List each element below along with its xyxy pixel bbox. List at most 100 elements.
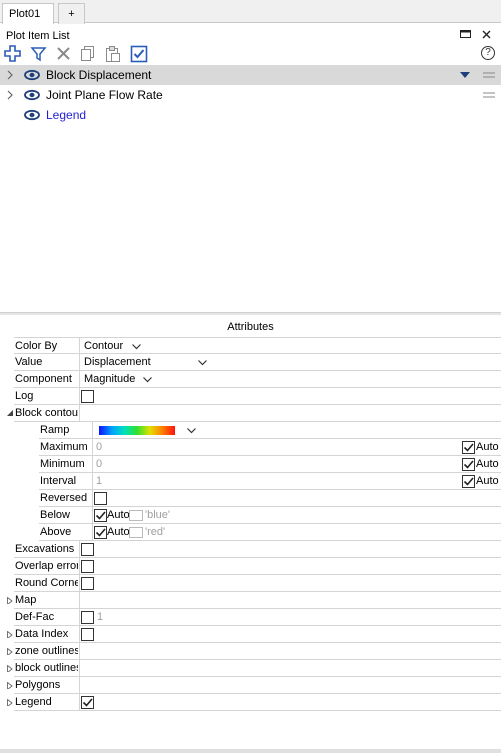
chevron-down-icon[interactable]: [198, 360, 207, 366]
attr-round-corners: Round Corners: [14, 575, 501, 592]
color-by-select[interactable]: Contour: [84, 340, 123, 352]
reversed-checkbox[interactable]: [94, 492, 107, 505]
visibility-eye-icon[interactable]: [24, 89, 40, 101]
restore-panel-icon[interactable]: [460, 30, 471, 39]
attr-value: Value Displacement: [14, 354, 501, 371]
tab-plot01[interactable]: Plot01: [2, 3, 54, 24]
chevron-down-icon[interactable]: [143, 377, 152, 383]
attr-zone-outlines[interactable]: zone outlines: [14, 643, 501, 660]
excavations-checkbox[interactable]: [81, 543, 94, 556]
attr-excavations: Excavations: [14, 541, 501, 558]
filter-icon[interactable]: [30, 45, 48, 63]
attr-color-by: Color By Contour: [14, 337, 501, 355]
drag-handle-icon[interactable]: [483, 71, 495, 79]
interval-input[interactable]: 1: [96, 475, 102, 487]
select-all-checkbox-icon[interactable]: [130, 45, 148, 63]
bottom-scroll-edge: [0, 749, 501, 753]
expand-arrow-icon[interactable]: [6, 69, 14, 81]
dropdown-arrow-icon[interactable]: [460, 72, 470, 79]
attr-label: Maximum: [40, 441, 88, 453]
visibility-eye-icon[interactable]: [24, 69, 40, 81]
drag-handle-icon[interactable]: [483, 91, 495, 99]
legend-checkbox[interactable]: [81, 696, 94, 709]
attr-polygons[interactable]: Polygons: [14, 677, 501, 694]
attributes-title: Attributes: [227, 321, 274, 333]
delete-icon[interactable]: [55, 45, 73, 63]
def-fac-checkbox[interactable]: [81, 611, 94, 624]
attr-block-contour[interactable]: Block contour: [14, 405, 501, 422]
column-divider: [79, 354, 80, 371]
plot-item-list-title: Plot Item List: [6, 30, 70, 42]
add-tab-button[interactable]: +: [58, 3, 85, 24]
maximum-auto-checkbox[interactable]: [462, 441, 475, 454]
attr-above: Above Auto 'red': [39, 524, 501, 541]
plot-item-joint-plane-flow-rate[interactable]: Joint Plane Flow Rate: [0, 85, 501, 105]
expand-arrow-icon[interactable]: [7, 682, 13, 689]
attr-reversed: Reversed: [39, 490, 501, 507]
visibility-eye-icon[interactable]: [24, 109, 40, 121]
minimum-auto-checkbox[interactable]: [462, 458, 475, 471]
auto-label: Auto: [476, 458, 499, 470]
column-divider: [92, 456, 93, 473]
expand-arrow-icon[interactable]: [7, 597, 13, 604]
copy-icon[interactable]: [79, 45, 97, 63]
column-divider: [79, 660, 80, 677]
close-panel-icon[interactable]: [482, 30, 491, 39]
attr-label: Color By: [15, 340, 58, 352]
expand-arrow-icon[interactable]: [7, 648, 13, 655]
attr-log: Log: [14, 388, 501, 405]
attr-label: Legend: [15, 696, 52, 708]
chevron-down-icon[interactable]: [187, 428, 196, 434]
attr-label: Ramp: [40, 424, 70, 436]
plot-item-label: Legend: [46, 108, 87, 122]
attr-label: Value: [15, 356, 43, 368]
collapse-arrow-icon[interactable]: [7, 410, 13, 417]
attr-label: Polygons: [15, 679, 61, 691]
auto-label: Auto: [107, 509, 130, 521]
tab-strip: Plot01 +: [0, 0, 501, 24]
interval-auto-checkbox[interactable]: [462, 475, 475, 488]
help-icon[interactable]: ?: [481, 46, 495, 60]
attr-label: Excavations: [15, 543, 75, 555]
column-divider: [79, 388, 80, 405]
below-color-swatch[interactable]: [129, 510, 143, 521]
data-index-checkbox[interactable]: [81, 628, 94, 641]
attr-label: Map: [15, 594, 37, 606]
above-color-swatch[interactable]: [129, 527, 143, 538]
def-fac-input[interactable]: 1: [97, 611, 103, 623]
attr-data-index[interactable]: Data Index: [14, 626, 501, 643]
expand-arrow-icon[interactable]: [7, 631, 13, 638]
log-checkbox[interactable]: [81, 390, 94, 403]
chevron-down-icon[interactable]: [132, 344, 141, 350]
attr-component: Component Magnitude: [14, 371, 501, 388]
paste-icon[interactable]: [104, 45, 122, 63]
panel-splitter[interactable]: [0, 312, 501, 315]
maximum-input[interactable]: 0: [96, 441, 102, 453]
component-select[interactable]: Magnitude: [84, 373, 135, 385]
attr-block-outlines[interactable]: block outlines: [14, 660, 501, 677]
attr-label: Def-Fac: [15, 611, 55, 623]
attr-map[interactable]: Map: [14, 592, 501, 609]
expand-arrow-icon[interactable]: [7, 699, 13, 706]
attr-legend[interactable]: Legend: [14, 694, 501, 711]
attr-label: Round Corners: [15, 577, 78, 589]
minimum-input[interactable]: 0: [96, 458, 102, 470]
value-select[interactable]: Displacement: [84, 356, 151, 368]
below-auto-checkbox[interactable]: [94, 509, 107, 522]
attr-def-fac: Def-Fac 1: [14, 609, 501, 626]
attr-minimum: Minimum 0 Auto: [39, 456, 501, 473]
add-icon[interactable]: [4, 45, 22, 63]
round-corners-checkbox[interactable]: [81, 577, 94, 590]
plot-item-legend[interactable]: Legend: [0, 105, 501, 125]
expand-arrow-icon[interactable]: [7, 665, 13, 672]
overlap-error-checkbox[interactable]: [81, 560, 94, 573]
color-ramp-swatch[interactable]: [99, 426, 175, 435]
above-auto-checkbox[interactable]: [94, 526, 107, 539]
plot-item-label: Block Displacement: [46, 68, 152, 82]
column-divider: [92, 507, 93, 524]
expand-arrow-icon[interactable]: [6, 89, 14, 101]
attr-maximum: Maximum 0 Auto: [39, 439, 501, 456]
plot-item-block-displacement[interactable]: Block Displacement: [0, 65, 501, 85]
auto-label: Auto: [107, 526, 130, 538]
checkmark-icon: [95, 528, 106, 537]
